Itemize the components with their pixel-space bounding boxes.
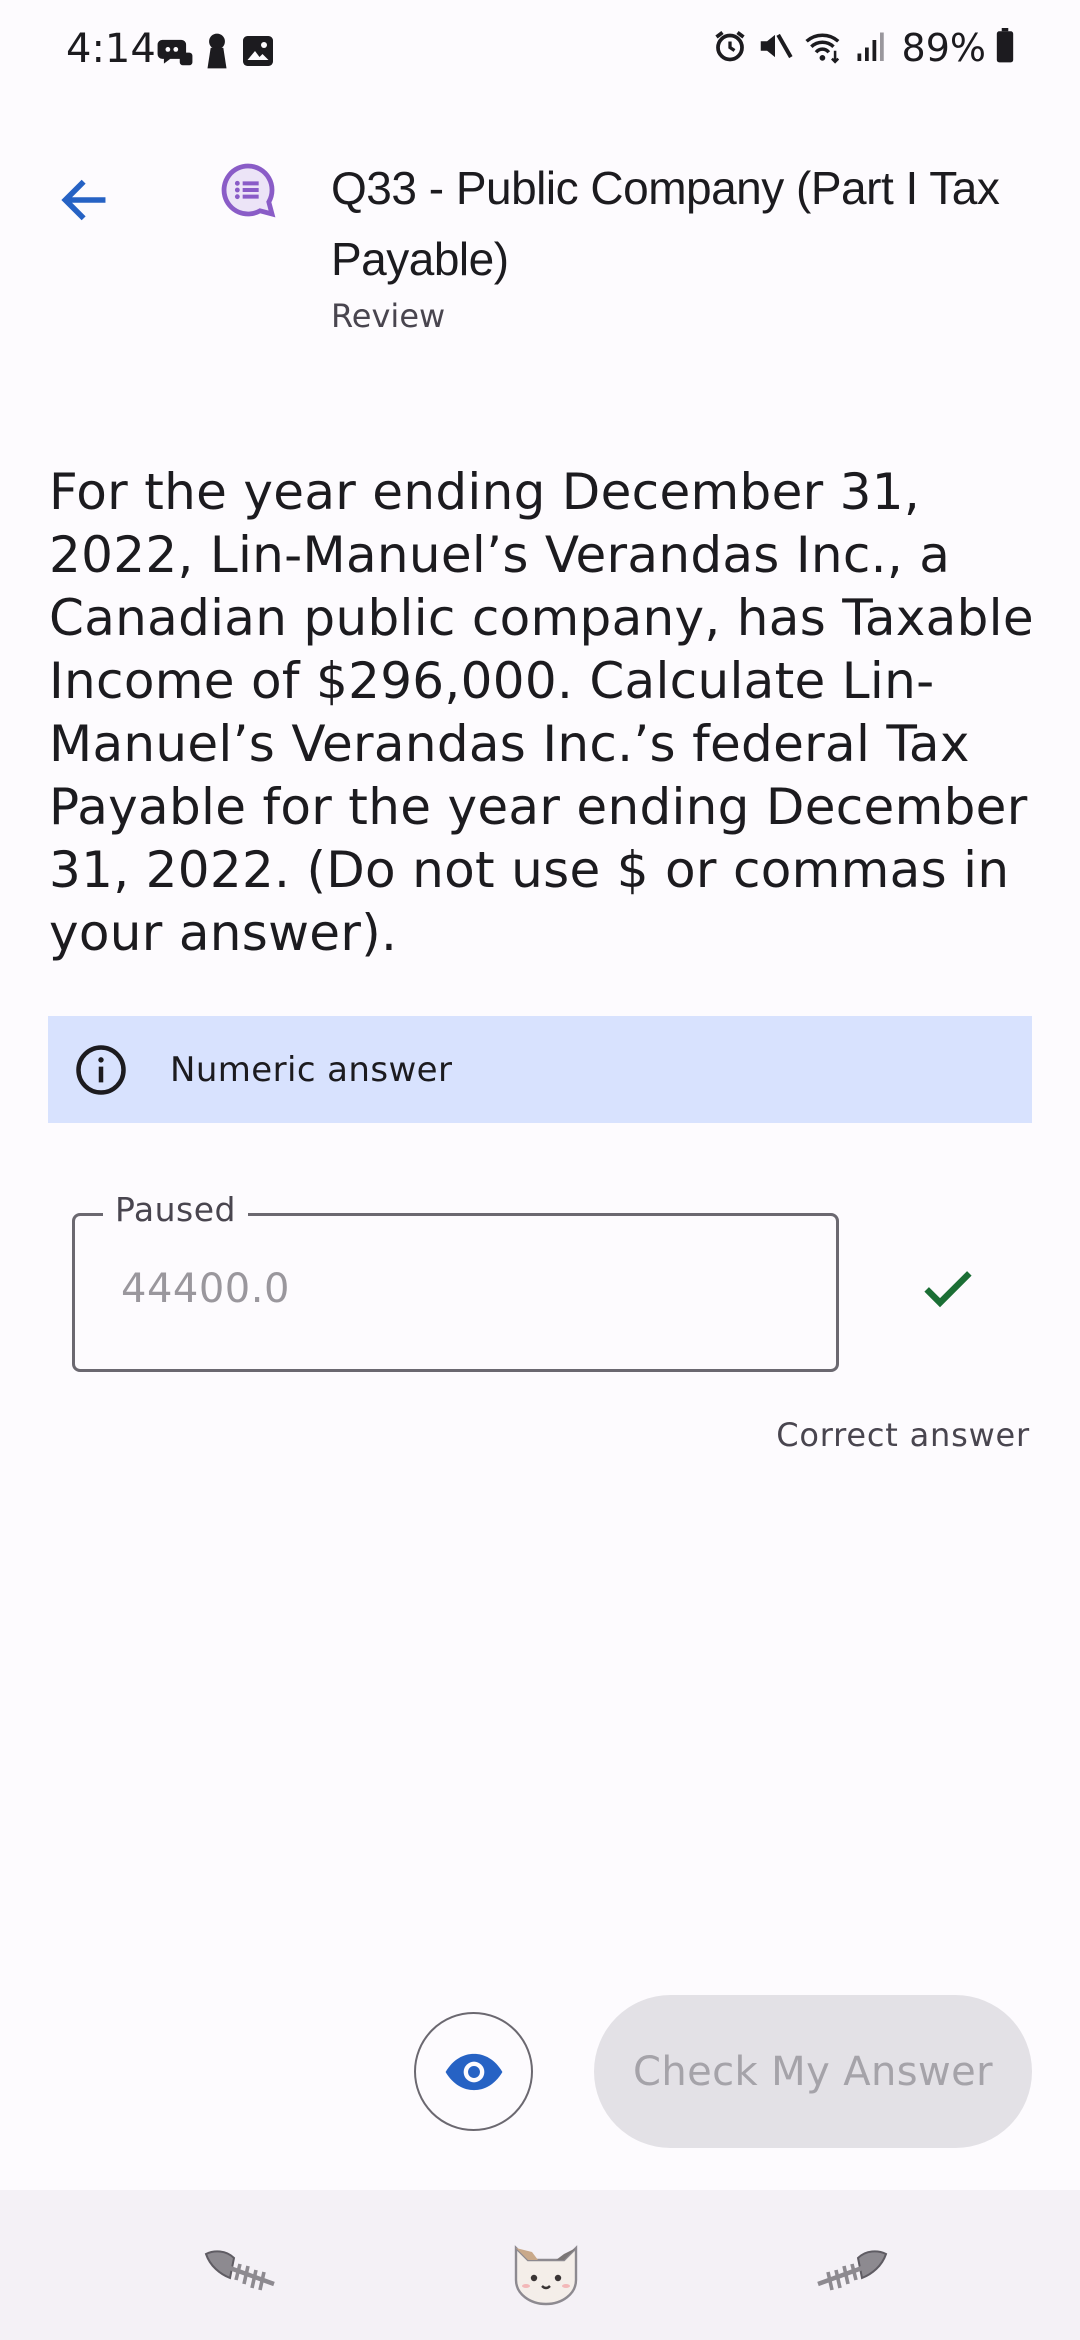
bottom-nav xyxy=(0,2190,1080,2340)
answer-status-text: Correct answer xyxy=(776,1416,1030,1454)
arrow-back-icon xyxy=(61,179,106,221)
reveal-answer-button[interactable] xyxy=(414,2012,533,2131)
fishbone-left-icon[interactable] xyxy=(202,2242,282,2306)
status-left-icons xyxy=(156,32,276,75)
chat-list-icon xyxy=(216,158,280,222)
discord-icon xyxy=(156,32,194,75)
battery-icon xyxy=(994,28,1016,68)
check-answer-button[interactable]: Check My Answer xyxy=(594,1995,1032,2148)
mute-icon xyxy=(756,27,794,69)
battery-percentage: 89% xyxy=(901,26,986,70)
header-titles: Q33 - Public Company (Part I Tax Payable… xyxy=(331,153,1031,335)
answer-field-label: Paused xyxy=(103,1190,248,1229)
answer-field[interactable]: Paused xyxy=(72,1190,839,1372)
eye-icon xyxy=(445,2053,502,2090)
info-icon xyxy=(76,1044,126,1095)
info-banner-text: Numeric answer xyxy=(170,1049,453,1090)
page-subtitle: Review xyxy=(331,297,446,335)
alarm-icon xyxy=(712,28,748,68)
answer-input[interactable] xyxy=(121,1266,801,1312)
question-text: For the year ending December 31, 2022, L… xyxy=(49,463,1034,962)
page-title: Q33 - Public Company (Part I Tax Payable… xyxy=(331,162,1000,285)
status-bar: 4:14 89% xyxy=(0,0,1080,104)
back-button[interactable] xyxy=(44,160,124,240)
info-banner: Numeric answer xyxy=(48,1016,1032,1123)
status-time: 4:14 xyxy=(66,26,156,72)
image-icon xyxy=(240,33,276,74)
keyhole-icon xyxy=(204,32,230,75)
check-icon xyxy=(916,1256,980,1320)
wifi-icon xyxy=(802,27,846,69)
signal-icon xyxy=(854,28,888,68)
status-right: 89% xyxy=(712,26,1016,70)
cat-icon[interactable] xyxy=(506,2236,586,2306)
fishbone-right-icon[interactable] xyxy=(810,2242,890,2306)
